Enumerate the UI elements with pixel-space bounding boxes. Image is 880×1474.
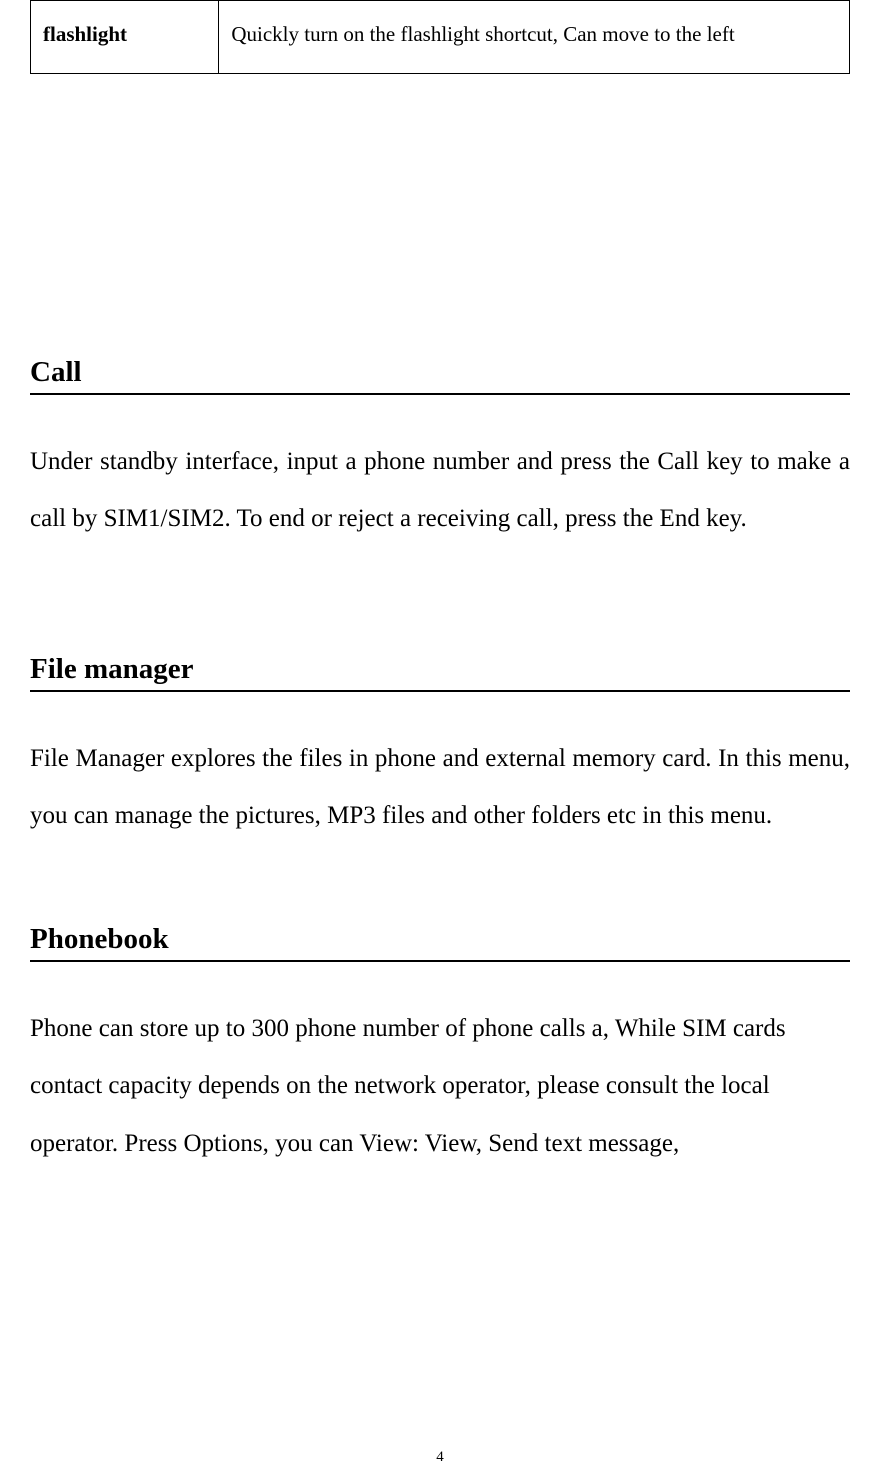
- table-cell-desc: Quickly turn on the flashlight shortcut,…: [219, 1, 850, 74]
- spacer: [30, 74, 850, 356]
- page-content: flashlight Quickly turn on the flashligh…: [0, 0, 880, 1172]
- spacer: [30, 548, 850, 653]
- table-cell-label: flashlight: [31, 1, 219, 74]
- table-container: flashlight Quickly turn on the flashligh…: [30, 0, 850, 74]
- heading-call: Call: [30, 356, 850, 395]
- heading-filemanager: File manager: [30, 653, 850, 692]
- body-filemanager: File Manager explores the files in phone…: [30, 730, 850, 845]
- page-number: 4: [0, 1449, 880, 1466]
- spacer: [30, 845, 850, 923]
- body-phonebook: Phone can store up to 300 phone number o…: [30, 1000, 850, 1173]
- shortcut-table: flashlight Quickly turn on the flashligh…: [30, 0, 850, 74]
- heading-phonebook: Phonebook: [30, 923, 850, 962]
- body-call: Under standby interface, input a phone n…: [30, 433, 850, 548]
- table-row: flashlight Quickly turn on the flashligh…: [31, 1, 850, 74]
